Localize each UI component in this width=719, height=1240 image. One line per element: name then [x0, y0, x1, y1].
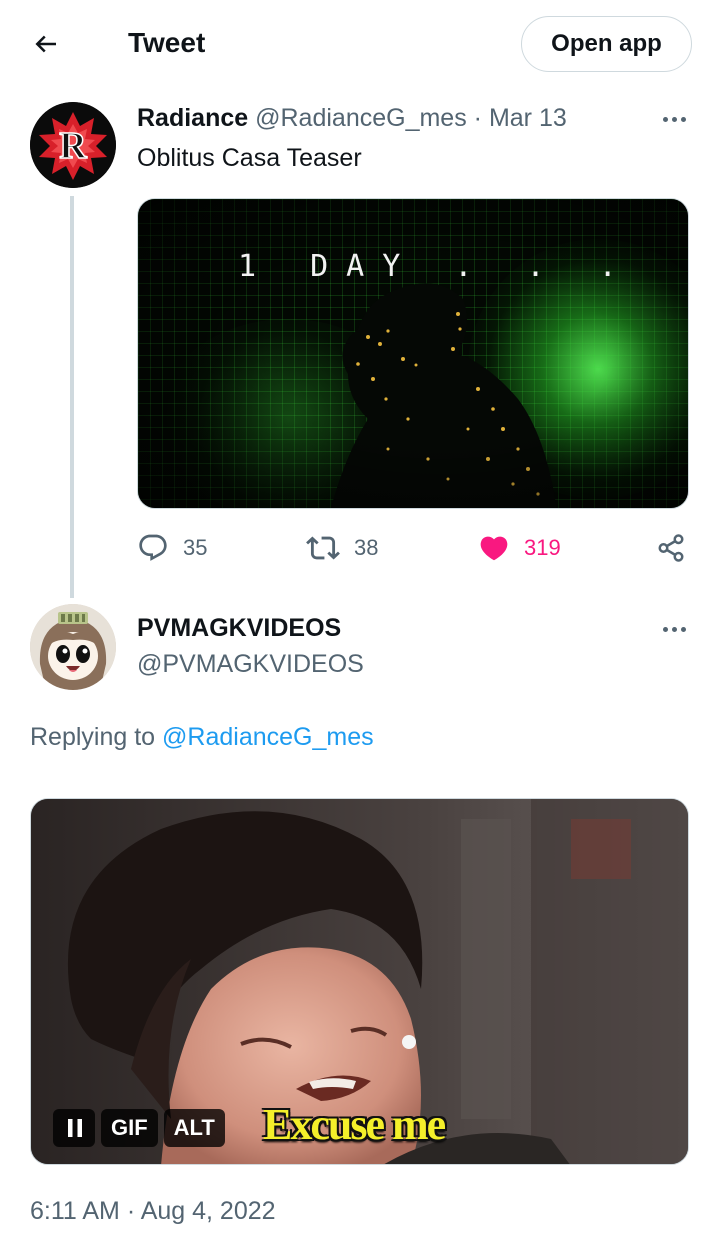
- reply-action[interactable]: 35: [137, 528, 207, 568]
- meta-separator: ·: [473, 104, 482, 132]
- dot: [671, 116, 677, 122]
- cartoon-avatar-icon: [30, 604, 116, 690]
- pause-button[interactable]: [53, 1109, 95, 1147]
- alt-text-button[interactable]: ALT: [163, 1109, 225, 1147]
- page-title: Tweet: [128, 27, 206, 58]
- replying-prefix: Replying to: [30, 723, 156, 751]
- reply-count: 35: [183, 535, 208, 560]
- dot: [662, 116, 668, 122]
- svg-text:R: R: [59, 125, 87, 167]
- dot: [680, 626, 686, 632]
- like-action[interactable]: 319: [478, 528, 561, 568]
- reply-author-handle[interactable]: @PVMAGKVIDEOS: [137, 648, 364, 680]
- retweet-icon: [306, 536, 340, 560]
- thread-connector-line: [70, 196, 74, 598]
- author-name[interactable]: Radiance: [137, 104, 248, 132]
- like-count: 319: [524, 535, 561, 560]
- more-options-button[interactable]: [654, 104, 694, 134]
- retweet-action[interactable]: 38: [306, 528, 378, 568]
- tweet-text: Oblitus Casa Teaser: [137, 144, 362, 172]
- tweet-video-thumbnail[interactable]: 1 DAY . . .: [137, 198, 689, 509]
- gif-badge: GIF: [101, 1109, 158, 1147]
- reply-gif[interactable]: GIF ALT Excuse me: [30, 798, 689, 1165]
- media-vignette: [138, 199, 688, 508]
- dot: [680, 116, 686, 122]
- dot: [662, 626, 668, 632]
- arrow-left-icon: [35, 35, 56, 53]
- share-icon: [658, 534, 684, 562]
- top-bar: Tweet Open app: [0, 0, 719, 90]
- tweet-author-line: Radiance @RadianceG_mes · Mar 13: [137, 102, 567, 134]
- author-handle[interactable]: @RadianceG_mes: [255, 104, 467, 132]
- reply-more-options-button[interactable]: [654, 614, 694, 644]
- heart-filled-icon: [480, 536, 508, 561]
- radiance-avatar[interactable]: R: [30, 102, 116, 188]
- dot: [671, 626, 677, 632]
- replying-to-mention[interactable]: @RadianceG_mes: [162, 723, 374, 751]
- gif-caption: Excuse me: [263, 1100, 446, 1149]
- back-button[interactable]: [28, 26, 64, 62]
- gif-controls: GIF ALT: [53, 1109, 225, 1147]
- radiance-logo-icon: R: [30, 102, 116, 188]
- share-action[interactable]: [656, 528, 686, 568]
- reply-author-name[interactable]: PVMAGKVIDEOS: [137, 612, 341, 644]
- reply-icon: [139, 534, 167, 561]
- media-overlay-text: 1 DAY . . .: [238, 249, 635, 284]
- pvmagkvideos-avatar[interactable]: [30, 604, 116, 690]
- pause-icon: [68, 1119, 82, 1137]
- tweet-date[interactable]: Mar 13: [489, 104, 567, 132]
- open-app-button[interactable]: Open app: [521, 16, 692, 72]
- reply-timestamp[interactable]: 6:11 AM · Aug 4, 2022: [30, 1195, 276, 1227]
- replying-to-line: Replying to @RadianceG_mes: [30, 721, 374, 753]
- retweet-count: 38: [354, 535, 379, 560]
